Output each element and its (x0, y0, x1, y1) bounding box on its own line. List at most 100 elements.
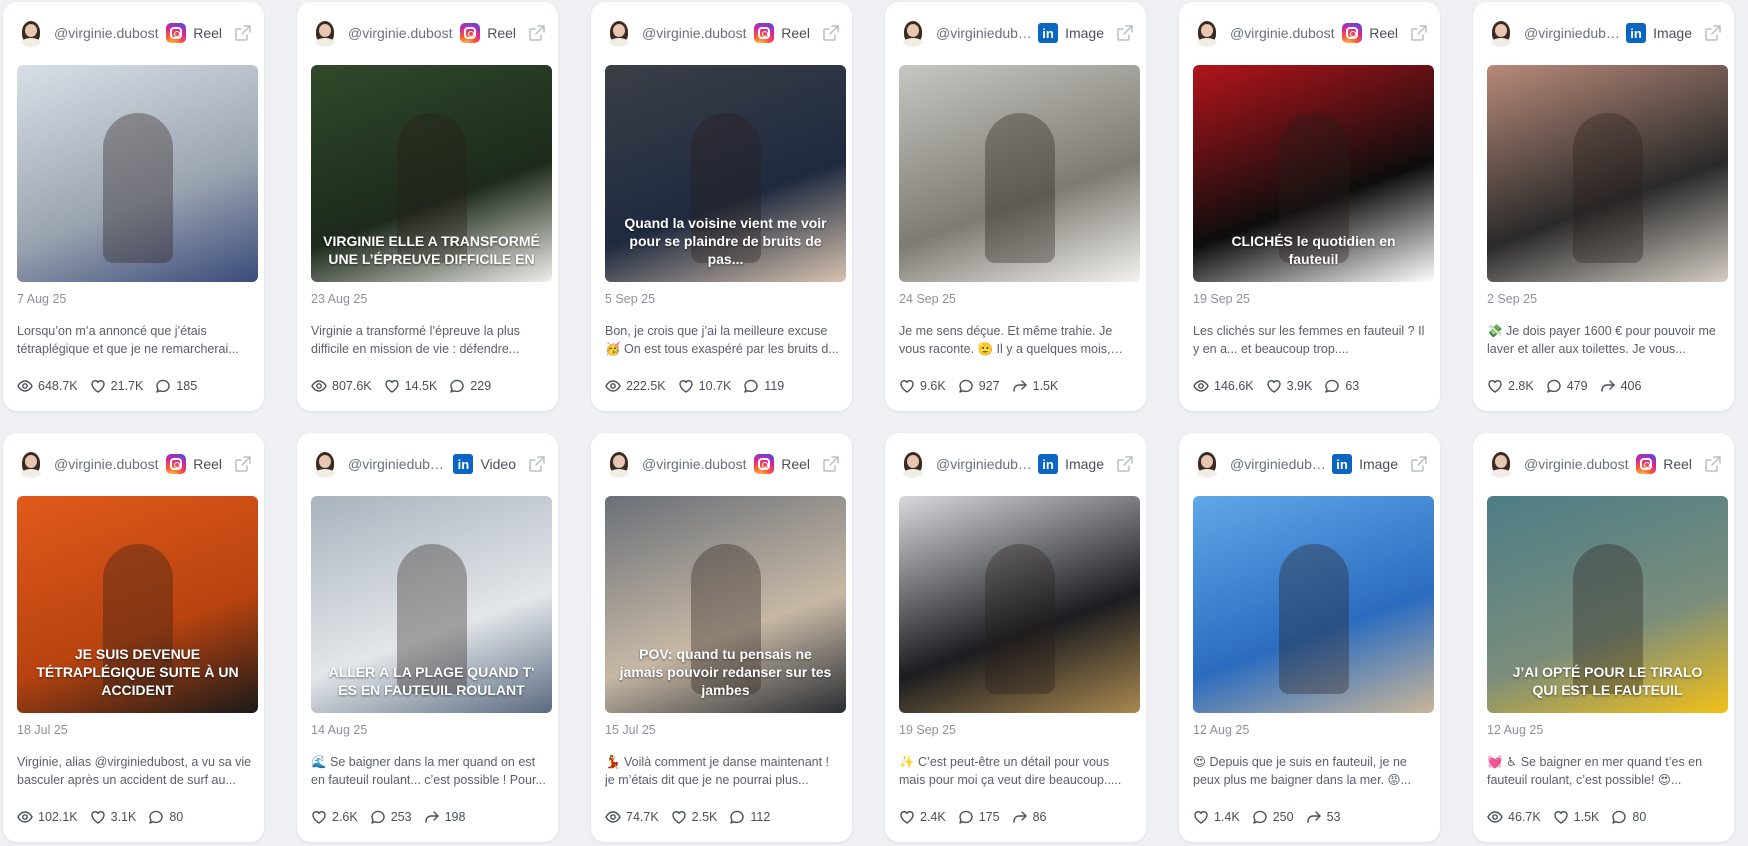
post-thumbnail[interactable]: J’AI OPTÉ POUR LE TIRALO QUI EST LE FAUT… (1487, 496, 1728, 713)
post-type: in Image (1332, 454, 1398, 474)
account-handle[interactable]: @virginie.dubost (1230, 25, 1336, 41)
avatar[interactable] (1487, 450, 1515, 478)
comment-icon (1324, 378, 1345, 394)
stat-value: 250 (1272, 810, 1294, 824)
external-link-icon[interactable] (528, 455, 546, 473)
person-figure (984, 112, 1055, 263)
avatar[interactable] (1193, 450, 1221, 478)
heart-count: 14.5K (384, 378, 438, 394)
stat-value: 3.9K (1286, 379, 1313, 393)
heart-count: 9.6K (899, 378, 946, 394)
post-type: in Image (1626, 23, 1692, 43)
card-header: @virginiedubo... in Image (1487, 18, 1722, 48)
instagram-icon (1636, 454, 1657, 474)
external-link-icon[interactable] (1410, 24, 1428, 42)
post-grid: @virginie.dubost Reel 7 Aug 25 Lorsqu’on… (0, 0, 1748, 846)
post-card[interactable]: @virginie.dubost Reel 7 Aug 25 Lorsqu’on… (3, 2, 264, 411)
post-card[interactable]: @virginie.dubost Reel JE SUIS DEVENUE TÉ… (3, 433, 264, 842)
post-date: 14 Aug 25 (311, 723, 368, 737)
post-thumbnail[interactable]: VIRGINIE ELLE A TRANSFORMÉ UNE L’ÉPREUVE… (311, 65, 552, 282)
post-card[interactable]: @virginie.dubost Reel VIRGINIE ELLE A TR… (297, 2, 558, 411)
heart-icon (678, 378, 699, 394)
avatar[interactable] (311, 450, 339, 478)
heart-icon (1487, 378, 1508, 394)
card-header: @virginiedubo... in Image (1193, 449, 1428, 479)
thumbnail-caption: CLICHÉS le quotidien en fauteuil (1231, 233, 1396, 267)
post-card[interactable]: @virginiedubo... in Image 2 Sep 25 💸 Je … (1473, 2, 1734, 411)
avatar[interactable] (605, 450, 633, 478)
post-thumbnail[interactable] (899, 65, 1140, 282)
eye-icon (1487, 809, 1508, 825)
avatar[interactable] (1487, 19, 1515, 47)
avatar[interactable] (1193, 19, 1221, 47)
external-link-icon[interactable] (822, 24, 840, 42)
external-link-icon[interactable] (1116, 24, 1134, 42)
avatar[interactable] (17, 450, 45, 478)
post-card[interactable]: @virginie.dubost Reel Quand la voisine v… (591, 2, 852, 411)
external-link-icon[interactable] (528, 24, 546, 42)
stat-value: 198 (444, 810, 466, 824)
external-link-icon[interactable] (1704, 24, 1722, 42)
person-figure (984, 543, 1055, 694)
post-stats: 222.5K 10.7K 119 (605, 378, 796, 394)
account-handle[interactable]: @virginie.dubost (642, 456, 748, 472)
eye-icon (605, 809, 626, 825)
post-card[interactable]: @virginiedubost in Video ALLER À LA PLAG… (297, 433, 558, 842)
post-stats: 1.4K 250 53 (1193, 809, 1352, 825)
post-card[interactable]: @virginiedubo... in Image 24 Sep 25 Je m… (885, 2, 1146, 411)
stat-value: 112 (750, 810, 771, 824)
stat-value: 14.5K (404, 379, 438, 393)
external-link-icon[interactable] (234, 24, 252, 42)
post-thumbnail[interactable] (17, 65, 258, 282)
avatar[interactable] (899, 450, 927, 478)
stat-value: 86 (1032, 810, 1047, 824)
account-handle[interactable]: @virginiedubo... (936, 456, 1032, 472)
eye-icon (1193, 378, 1214, 394)
external-link-icon[interactable] (1116, 455, 1134, 473)
account-handle[interactable]: @virginie.dubost (54, 456, 160, 472)
avatar[interactable] (605, 19, 633, 47)
post-thumbnail[interactable] (1193, 496, 1434, 713)
stat-value: 406 (1620, 379, 1642, 393)
avatar[interactable] (899, 19, 927, 47)
post-thumbnail[interactable]: POV: quand tu pensais ne jamais pouvoir … (605, 496, 846, 713)
post-card[interactable]: @virginiedubo... in Image 12 Aug 25 😍 De… (1179, 433, 1440, 842)
comment-icon (370, 809, 391, 825)
heart-count: 2.4K (899, 809, 946, 825)
post-thumbnail[interactable]: ALLER À LA PLAGE QUAND T' ES EN FAUTEUIL… (311, 496, 552, 713)
account-handle[interactable]: @virginiedubo... (1524, 25, 1620, 41)
avatar[interactable] (17, 19, 45, 47)
post-thumbnail[interactable]: JE SUIS DEVENUE TÉTRAPLÉGIQUE SUITE À UN… (17, 496, 258, 713)
post-thumbnail[interactable]: CLICHÉS le quotidien en fauteuil (1193, 65, 1434, 282)
linkedin-icon: in (453, 454, 474, 474)
post-stats: 9.6K 927 1.5K (899, 378, 1070, 394)
instagram-icon (754, 23, 775, 43)
account-handle[interactable]: @virginie.dubost (348, 25, 454, 41)
avatar[interactable] (311, 19, 339, 47)
post-thumbnail[interactable] (1487, 65, 1728, 282)
account-handle[interactable]: @virginie.dubost (54, 25, 160, 41)
account-handle[interactable]: @virginiedubo... (1230, 456, 1326, 472)
account-handle[interactable]: @virginiedubo... (936, 25, 1032, 41)
external-link-icon[interactable] (234, 455, 252, 473)
post-card[interactable]: @virginiedubo... in Image 19 Sep 25 ✨ C’… (885, 433, 1146, 842)
external-link-icon[interactable] (1704, 455, 1722, 473)
account-handle[interactable]: @virginiedubost (348, 456, 447, 472)
stat-value: 229 (470, 379, 492, 393)
account-handle[interactable]: @virginie.dubost (1524, 456, 1630, 472)
external-link-icon[interactable] (1410, 455, 1428, 473)
comment-count: 175 (958, 809, 1000, 825)
post-description: 🌊 Se baigner dans la mer quand on est en… (311, 755, 546, 787)
post-card[interactable]: @virginie.dubost Reel CLICHÉS le quotidi… (1179, 2, 1440, 411)
post-thumbnail[interactable]: Quand la voisine vient me voir pour se p… (605, 65, 846, 282)
stat-value: 80 (1632, 810, 1647, 824)
post-card[interactable]: @virginie.dubost Reel POV: quand tu pens… (591, 433, 852, 842)
post-thumbnail[interactable] (899, 496, 1140, 713)
account-handle[interactable]: @virginie.dubost (642, 25, 748, 41)
comment-icon (1252, 809, 1273, 825)
external-link-icon[interactable] (822, 455, 840, 473)
linkedin-icon: in (1626, 23, 1647, 43)
post-date: 19 Sep 25 (899, 723, 956, 737)
instagram-icon (1342, 23, 1363, 43)
post-card[interactable]: @virginie.dubost Reel J’AI OPTÉ POUR LE … (1473, 433, 1734, 842)
